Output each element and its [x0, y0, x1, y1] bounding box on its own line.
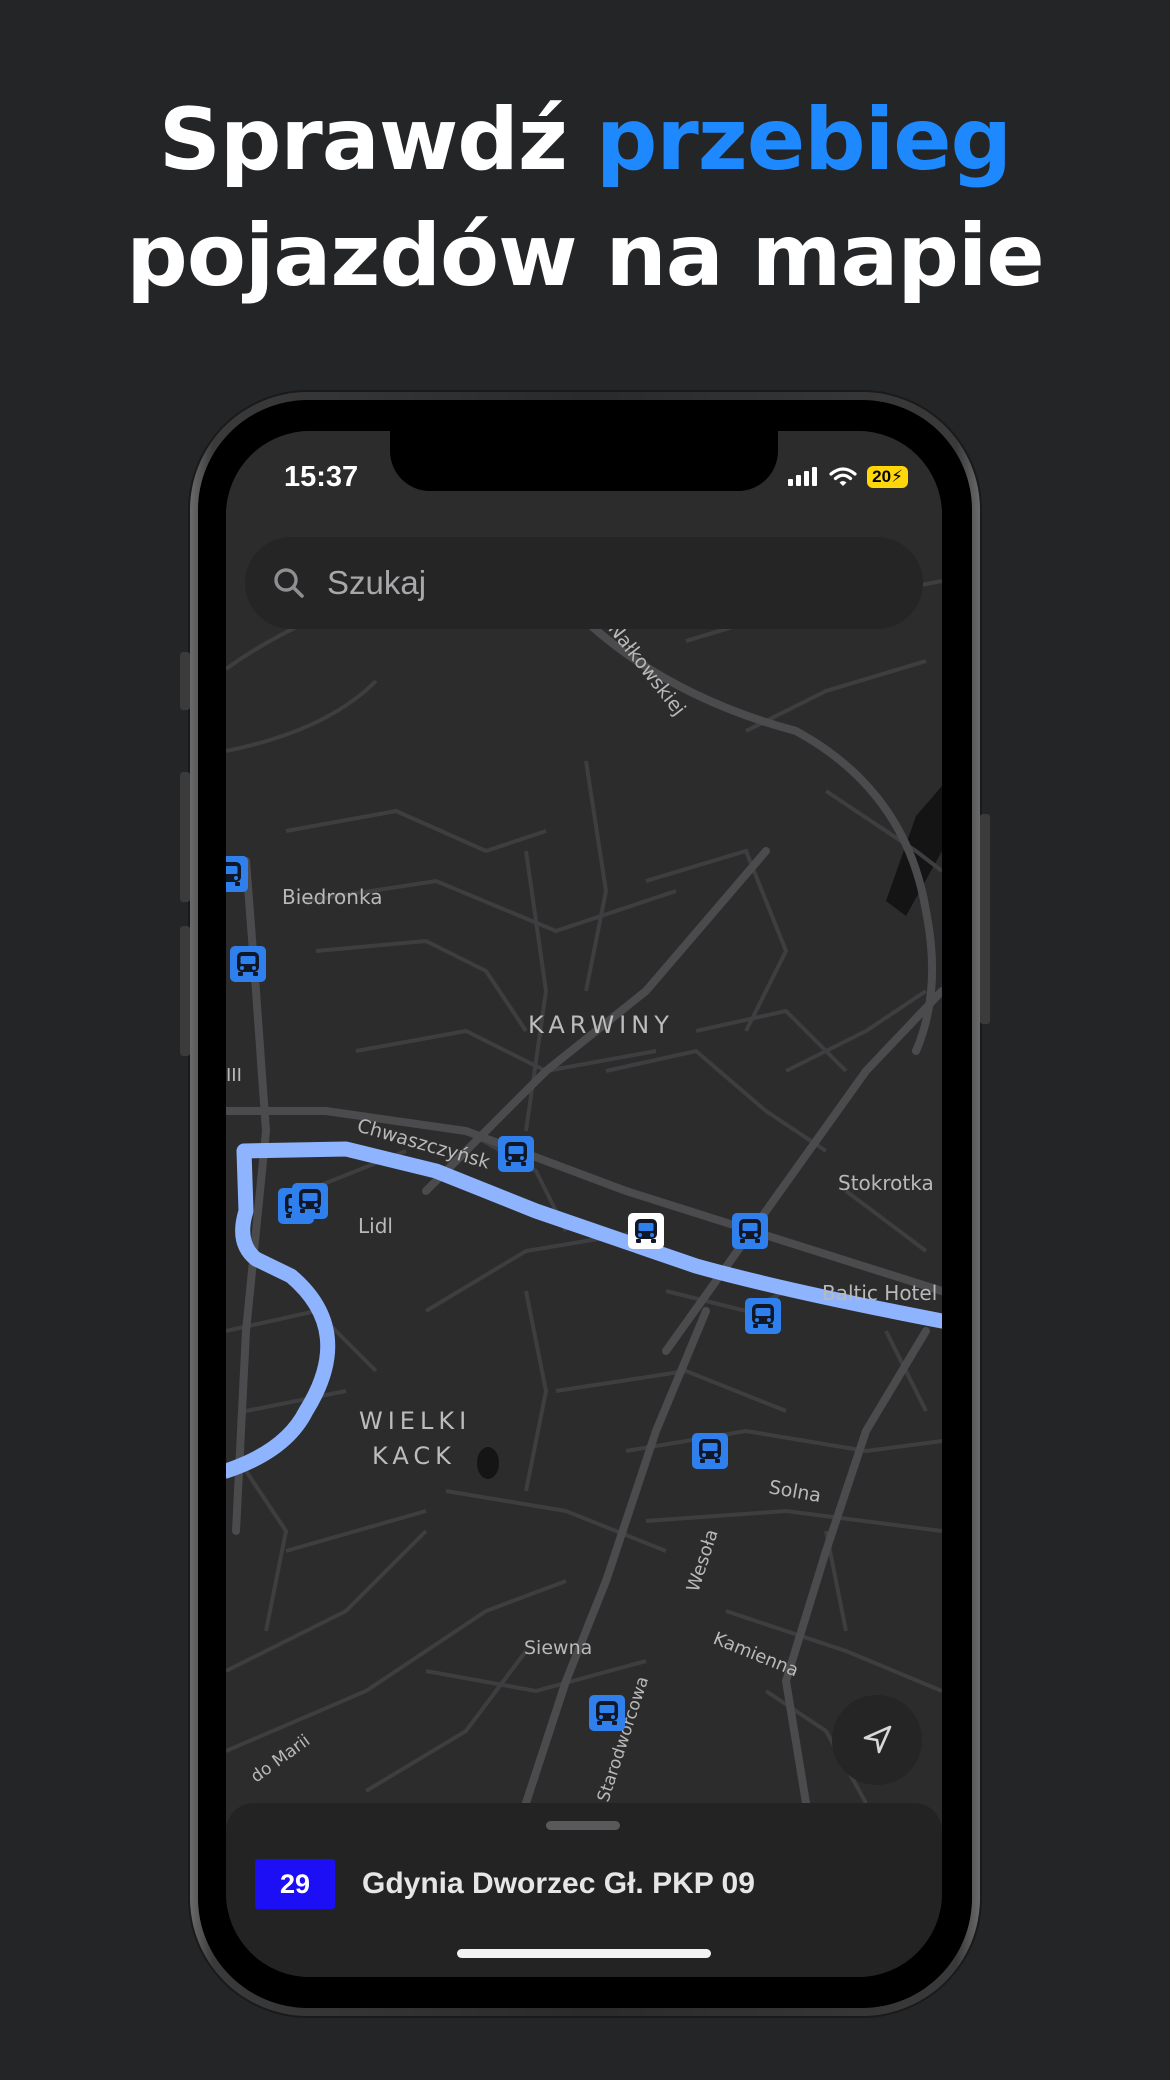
volume-down-button: [180, 926, 190, 1056]
phone-screen: Zofii Nałkowskiej Biedronka KARWINY III …: [226, 431, 942, 1977]
street-label-siewna: Siewna: [524, 1637, 592, 1659]
bus-stop-marker[interactable]: [226, 856, 248, 892]
poi-label-baltic-hotel: Baltic Hotel: [822, 1281, 937, 1305]
route-number-badge[interactable]: 29: [255, 1859, 335, 1909]
wifi-icon: [829, 467, 857, 486]
volume-up-button: [180, 772, 190, 902]
headline-line-1: Sprawdź przebieg: [0, 82, 1170, 198]
search-bar[interactable]: Szukaj: [245, 537, 923, 629]
battery-charging-icon: 20⚡: [867, 466, 908, 488]
sheet-drag-handle[interactable]: [546, 1821, 620, 1830]
bus-stop-marker[interactable]: [498, 1136, 534, 1172]
district-label-kack: KACK: [372, 1442, 456, 1470]
power-button: [980, 814, 990, 1024]
bus-stop-marker[interactable]: [732, 1213, 768, 1249]
navigation-arrow-icon: [863, 1725, 892, 1754]
cellular-signal-icon: [788, 467, 818, 486]
headline-accent: przebieg: [595, 90, 1012, 190]
home-indicator[interactable]: [457, 1949, 711, 1958]
district-label-wielki: WIELKI: [359, 1407, 471, 1435]
notch: [390, 431, 778, 491]
bus-stop-marker[interactable]: [230, 946, 266, 982]
status-icons: 20⚡: [787, 465, 908, 489]
pond: [477, 1447, 499, 1479]
locate-me-button[interactable]: [832, 1695, 922, 1785]
street-label-edge-fragment: III: [226, 1065, 242, 1086]
search-input[interactable]: Szukaj: [327, 564, 426, 602]
bus-stop-marker-selected[interactable]: [628, 1213, 664, 1249]
bus-stop-marker[interactable]: [692, 1433, 728, 1469]
bus-stop-marker[interactable]: [745, 1298, 781, 1334]
poi-label-biedronka: Biedronka: [282, 885, 382, 909]
district-label-karwiny: KARWINY: [528, 1011, 674, 1039]
bus-stop-marker[interactable]: [292, 1183, 328, 1219]
bus-stop-marker[interactable]: [589, 1695, 625, 1731]
bottom-sheet[interactable]: 29 Gdynia Dworzec Gł. PKP 09: [226, 1803, 942, 1977]
poi-label-stokrotka: Stokrotka: [838, 1171, 934, 1195]
headline-line-2: pojazdów na mapie: [126, 206, 1044, 306]
search-icon: [274, 568, 304, 598]
status-time: 15:37: [284, 461, 359, 493]
poi-label-lidl: Lidl: [358, 1214, 393, 1238]
battery-level: 20: [872, 467, 892, 486]
mute-switch: [180, 652, 190, 710]
route-destination[interactable]: Gdynia Dworzec Gł. PKP 09: [362, 1867, 755, 1901]
headline: Sprawdź przebieg pojazdów na mapie: [0, 82, 1170, 314]
headline-text: Sprawdź: [158, 90, 596, 190]
